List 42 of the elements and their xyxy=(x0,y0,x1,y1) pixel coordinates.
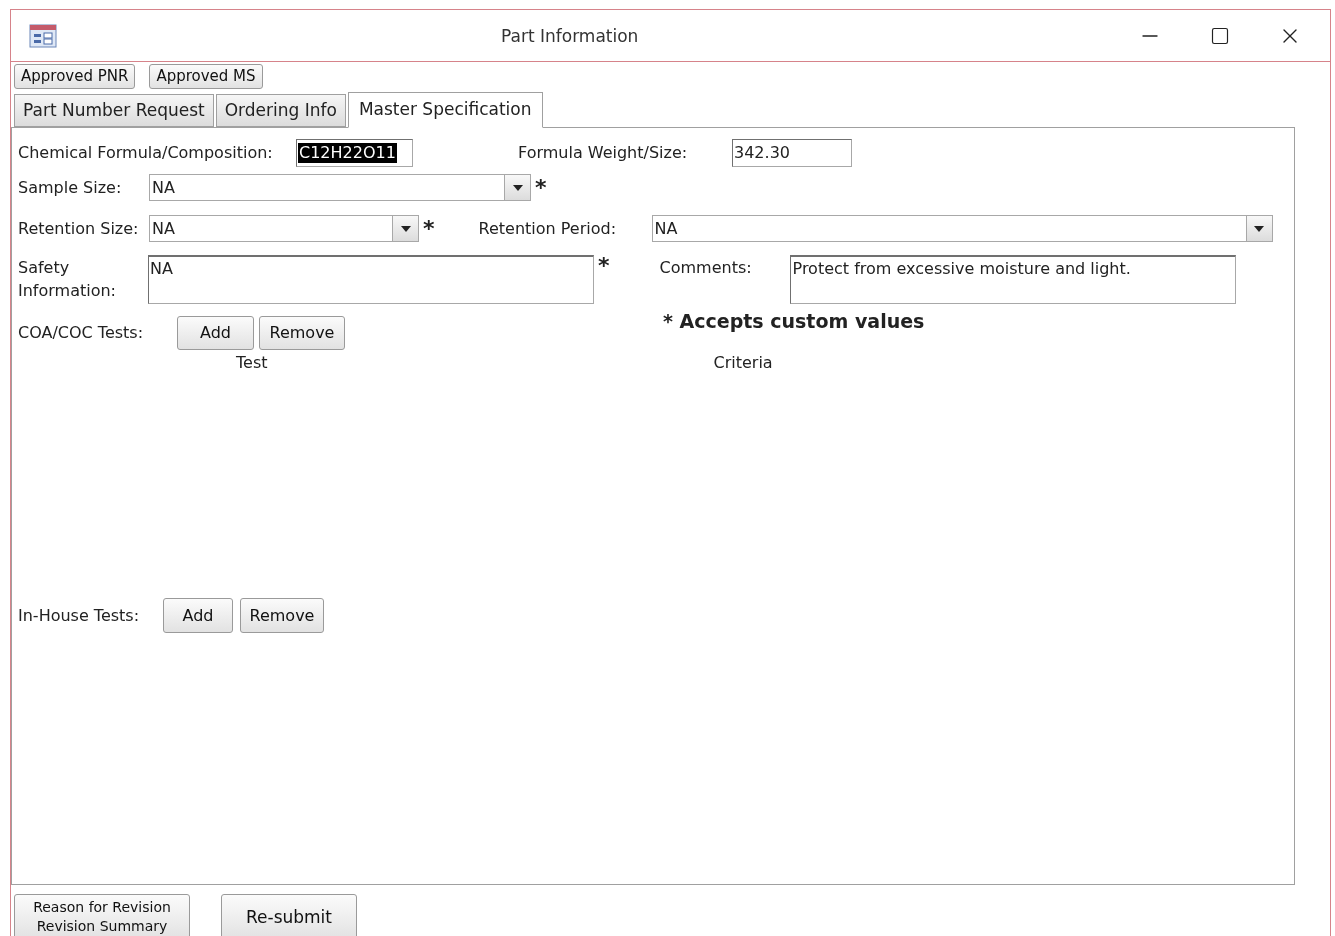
remove-button[interactable]: Remove xyxy=(259,316,345,350)
field-label: In-House Tests: xyxy=(18,604,141,627)
field-label: Safety Information: xyxy=(18,257,117,302)
field-label: Retention Size: xyxy=(18,217,140,240)
add-button[interactable]: Add xyxy=(177,316,254,350)
caret-down-icon xyxy=(1254,225,1264,232)
tab[interactable]: Part Number Request xyxy=(14,94,214,127)
weight-field[interactable]: 342.30 xyxy=(732,139,852,167)
custom-values-note: * Accepts custom values xyxy=(663,308,925,334)
field-label: Comments: xyxy=(659,257,753,279)
retention-size-dropdown[interactable]: NA xyxy=(149,215,419,242)
caret-down-icon xyxy=(400,225,411,232)
safety-field[interactable]: NA xyxy=(148,255,594,304)
tab[interactable]: Ordering Info xyxy=(215,94,346,127)
field-label: Chemical Formula/Composition: xyxy=(18,142,274,164)
resubmit-button[interactable]: Re-submit xyxy=(221,894,357,936)
retention-period-dropdown[interactable]: NA xyxy=(651,215,1273,242)
tab[interactable]: Master Specification xyxy=(347,92,543,128)
dropdown-button[interactable] xyxy=(504,175,530,200)
field-label: Retention Period: xyxy=(478,217,618,240)
comments-field[interactable]: Protect from excessive moisture and light. xyxy=(789,255,1236,304)
window-title: Part Information xyxy=(501,25,639,48)
remove-button[interactable]: Remove xyxy=(240,598,324,633)
maximize-icon[interactable] xyxy=(1210,25,1230,46)
field-label: COA/COC Tests: xyxy=(18,322,145,344)
field-label: Sample Size: xyxy=(18,176,123,199)
caret-down-icon xyxy=(512,184,523,191)
column-header: Criteria xyxy=(713,352,773,374)
dropdown-button[interactable] xyxy=(392,216,418,241)
sample-size-dropdown[interactable]: NA xyxy=(149,174,531,201)
add-button[interactable]: Add xyxy=(163,598,233,633)
approved-button[interactable]: Approved PNR xyxy=(14,64,136,89)
custom-value-marker: * xyxy=(423,217,435,240)
custom-value-marker: * xyxy=(535,176,547,199)
dropdown-button[interactable] xyxy=(1245,216,1272,241)
approved-button[interactable]: Approved MS xyxy=(149,64,263,89)
revision-button[interactable]: Reason for Revision Revision Summary xyxy=(14,894,190,936)
column-header: Test xyxy=(236,352,268,374)
field-label: Formula Weight/Size: xyxy=(518,142,689,164)
custom-value-marker: * xyxy=(598,255,610,277)
form-icon xyxy=(29,23,57,48)
formula-field[interactable]: C12H22O11 xyxy=(296,139,413,167)
